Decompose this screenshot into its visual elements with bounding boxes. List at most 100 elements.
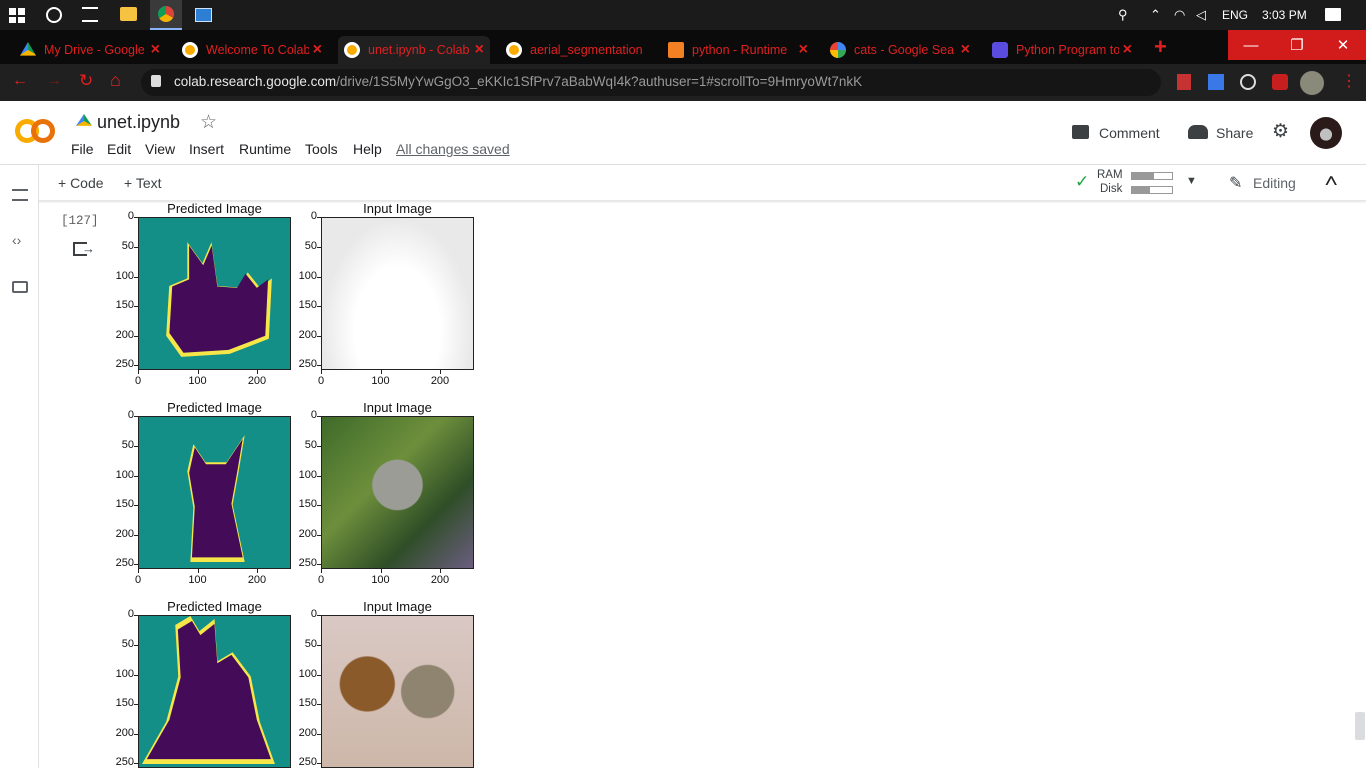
- x-tick-mark: [197, 370, 199, 374]
- tab-my-drive[interactable]: My Drive - Google ×: [14, 36, 166, 64]
- add-code-button[interactable]: + Code: [58, 175, 104, 191]
- wifi-icon[interactable]: ◠: [1174, 5, 1185, 25]
- browser-tab-strip: My Drive - Google × Welcome To Colab × une…: [0, 30, 1366, 64]
- scrollbar-thumb[interactable]: [1355, 712, 1365, 740]
- y-tick-mark: [134, 733, 138, 735]
- x-tick-mark: [138, 370, 139, 374]
- x-tick-label: 200: [430, 574, 450, 586]
- y-tick-mark: [317, 217, 321, 218]
- files-folder-icon[interactable]: [12, 281, 28, 293]
- share-button[interactable]: Share: [1216, 125, 1253, 141]
- tab-welcome-colab[interactable]: Welcome To Colab ×: [176, 36, 328, 64]
- menu-tools[interactable]: Tools: [305, 141, 338, 157]
- ram-meter[interactable]: [1131, 172, 1173, 180]
- y-tick-label: 250: [115, 557, 134, 569]
- disk-meter[interactable]: [1131, 186, 1173, 194]
- y-tick-mark: [134, 276, 138, 278]
- saved-status[interactable]: All changes saved: [396, 141, 510, 157]
- y-tick-label: 150: [298, 299, 317, 311]
- tab-python-runtime[interactable]: python - Runtime ×: [662, 36, 814, 64]
- chrome-taskbar-icon[interactable]: [150, 0, 182, 30]
- y-tick-mark: [317, 416, 321, 417]
- tab-close-icon[interactable]: ×: [151, 41, 160, 59]
- menu-view[interactable]: View: [145, 141, 175, 157]
- app-taskbar-icon[interactable]: [195, 8, 212, 22]
- notifications-icon[interactable]: [1325, 8, 1341, 21]
- tab-aerial-segmentation[interactable]: aerial_segmentation: [500, 36, 652, 64]
- star-icon[interactable]: ☆: [200, 111, 217, 134]
- speed-icon[interactable]: [1240, 74, 1256, 90]
- windows-start-icon[interactable]: [9, 8, 25, 23]
- back-icon[interactable]: ←: [12, 72, 28, 90]
- menu-insert[interactable]: Insert: [189, 141, 224, 157]
- x-tick-label: 100: [371, 375, 390, 387]
- reload-icon[interactable]: ↻: [79, 71, 93, 91]
- menu-help[interactable]: Help: [353, 141, 382, 157]
- y-tick-label: 0: [127, 409, 134, 421]
- y-tick-mark: [134, 247, 138, 248]
- forward-icon[interactable]: →: [46, 72, 62, 90]
- y-tick-label: 100: [298, 667, 317, 680]
- comment-button[interactable]: Comment: [1099, 125, 1160, 141]
- translate-icon[interactable]: [1208, 74, 1224, 90]
- y-tick-label: 200: [298, 527, 317, 540]
- new-tab-button[interactable]: +: [1154, 34, 1167, 60]
- file-explorer-icon[interactable]: [120, 7, 137, 21]
- tab-close-icon[interactable]: ×: [313, 41, 322, 59]
- y-tick-label: 150: [115, 498, 134, 510]
- address-bar[interactable]: colab.research.google.com/drive/1S5MyYwG…: [141, 69, 1161, 96]
- profile-avatar[interactable]: [1300, 71, 1324, 95]
- tab-close-icon[interactable]: ×: [1123, 41, 1132, 59]
- collapse-chevron-icon[interactable]: ˄: [1324, 171, 1338, 192]
- menu-runtime[interactable]: Runtime: [239, 141, 291, 157]
- tab-unet[interactable]: unet.ipynb - Colab ×: [338, 36, 490, 64]
- editing-mode-button[interactable]: Editing: [1253, 175, 1296, 191]
- y-tick-label: 200: [115, 328, 134, 341]
- y-tick-mark: [134, 505, 138, 506]
- restore-button[interactable]: ❐: [1274, 30, 1320, 60]
- y-tick-mark: [317, 475, 321, 477]
- minimize-button[interactable]: —: [1228, 30, 1274, 60]
- extension-icon[interactable]: [1177, 74, 1191, 90]
- tab-close-icon[interactable]: ×: [961, 41, 970, 59]
- settings-icon[interactable]: ⚙: [1272, 120, 1289, 143]
- close-window-button[interactable]: ✕: [1320, 30, 1366, 60]
- clock[interactable]: 3:03 PM: [1262, 5, 1307, 25]
- tab-python-program[interactable]: Python Program to ×: [986, 36, 1138, 64]
- cortana-icon[interactable]: [46, 7, 62, 23]
- menu-file[interactable]: File: [71, 141, 94, 157]
- notebook-name[interactable]: unet.ipynb: [97, 112, 180, 133]
- chrome-menu-icon[interactable]: ⋮: [1341, 71, 1357, 91]
- x-tick-label: 0: [134, 375, 142, 387]
- language-indicator[interactable]: ENG: [1222, 5, 1248, 25]
- x-tick-label: 200: [430, 375, 450, 387]
- tab-close-icon[interactable]: ×: [475, 41, 484, 59]
- add-text-button[interactable]: + Text: [124, 175, 162, 191]
- x-tick-mark: [380, 370, 382, 374]
- input-image-plot: [321, 615, 474, 768]
- y-tick-label: 250: [115, 358, 134, 370]
- code-snippets-icon[interactable]: ‹›: [12, 232, 21, 248]
- y-tick-mark: [134, 704, 138, 705]
- y-tick-label: 100: [298, 468, 317, 481]
- x-tick-label: 0: [317, 375, 325, 387]
- menu-edit[interactable]: Edit: [107, 141, 131, 157]
- y-tick-label: 50: [304, 240, 317, 252]
- task-view-icon[interactable]: [82, 7, 98, 22]
- resources-dropdown-icon[interactable]: ▼: [1186, 175, 1197, 187]
- volume-icon[interactable]: ◁: [1196, 5, 1206, 25]
- home-icon[interactable]: ⌂: [110, 70, 121, 91]
- account-avatar[interactable]: [1310, 117, 1342, 149]
- x-tick-mark: [321, 569, 322, 573]
- tab-close-icon[interactable]: ×: [799, 41, 808, 59]
- tab-cats-google-search[interactable]: cats - Google Sea ×: [824, 36, 976, 64]
- table-of-contents-icon[interactable]: [12, 189, 28, 201]
- y-tick-label: 100: [115, 667, 134, 680]
- puzzle-icon[interactable]: [1272, 74, 1288, 90]
- y-tick-mark: [317, 335, 321, 337]
- colab-logo[interactable]: [15, 119, 55, 143]
- chevron-up-icon[interactable]: ⌃: [1150, 5, 1161, 25]
- x-tick-mark: [138, 569, 139, 573]
- people-icon[interactable]: ⚲: [1118, 5, 1128, 25]
- y-tick-label: 0: [127, 210, 134, 222]
